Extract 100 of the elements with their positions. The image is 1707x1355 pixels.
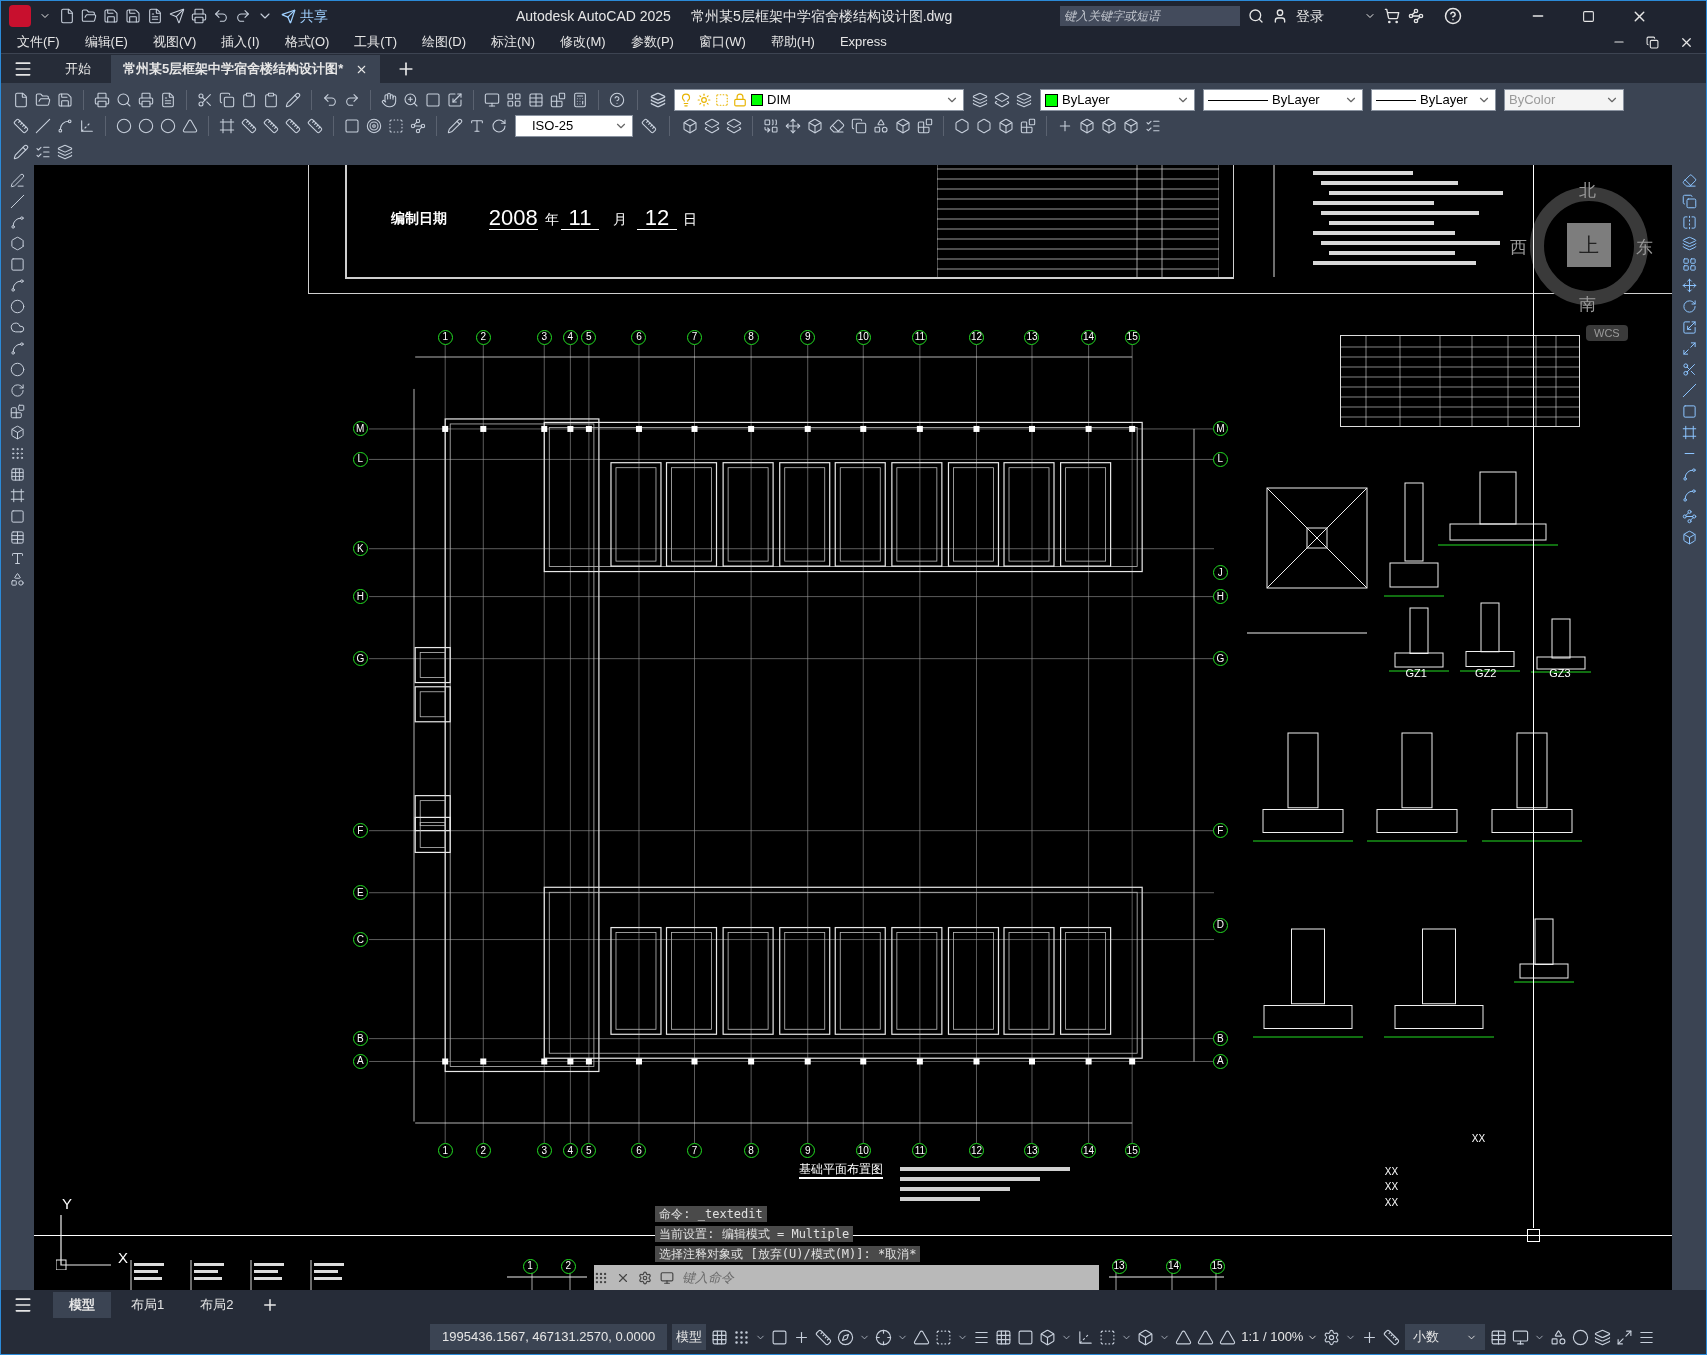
axis-label: 13: [1024, 330, 1040, 345]
linetype-dropdown[interactable]: ByLayer: [1203, 89, 1363, 111]
axis-label: 15: [1209, 1258, 1225, 1274]
menu-item[interactable]: Express: [839, 32, 887, 52]
document-tab[interactable]: 开始: [53, 55, 103, 83]
sign-in-button[interactable]: 登录: [1296, 5, 1325, 27]
window-title: Autodesk AutoCAD 2025: [516, 6, 671, 26]
axis-label: 1: [522, 1258, 538, 1274]
date-value: 2008: [488, 206, 538, 230]
axis-label: 4: [562, 330, 578, 345]
menu-item[interactable]: 绘图(D): [421, 32, 466, 52]
axis-label: L: [352, 451, 368, 467]
menu-item[interactable]: 标注(N): [491, 32, 536, 52]
menu-item[interactable]: 文件(F): [17, 32, 60, 52]
axis-label: M: [1212, 421, 1228, 437]
document-tab[interactable]: 常州某5层框架中学宿舍楼结构设计图*: [111, 55, 381, 83]
menu-item[interactable]: 帮助(H): [770, 32, 815, 52]
axis-label: 12: [968, 330, 984, 345]
axis-label: 5: [581, 1143, 597, 1159]
dimension-style-dropdown[interactable]: ISO-25: [515, 115, 633, 137]
ucs-menu[interactable]: WCS: [1586, 325, 1628, 341]
axis-label: 3: [536, 330, 552, 345]
axis-label: D: [1212, 917, 1228, 933]
axis-label: 14: [1166, 1258, 1181, 1274]
layout-tab[interactable]: 布局1: [115, 1292, 181, 1318]
annotation-scale-button[interactable]: 1:1 / 100%: [1241, 1327, 1319, 1347]
date-unit: 日: [682, 212, 697, 227]
compass-label: 南: [1579, 294, 1596, 316]
axis-label: 6: [631, 1143, 647, 1159]
search-field[interactable]: 键入关键字或短语: [1060, 6, 1241, 26]
axis-label: 14: [1081, 330, 1097, 345]
menu-item[interactable]: 插入(I): [221, 32, 260, 52]
lineweight-dropdown[interactable]: ByLayer: [1371, 89, 1496, 111]
menu-item[interactable]: 视图(V): [152, 32, 197, 52]
coordinates-readout[interactable]: 1995436.1567, 467131.2570, 0.0000: [430, 1324, 668, 1350]
axis-label: 10: [855, 330, 871, 345]
menu-item[interactable]: 格式(O): [284, 32, 330, 52]
layout-tab[interactable]: 布局2: [184, 1292, 250, 1318]
sheet-label: XX: [1384, 1182, 1399, 1193]
axis-label: 12: [968, 1143, 984, 1159]
axis-letter: Y: [62, 1196, 72, 1211]
axis-label: 4: [562, 1143, 578, 1159]
date-value: 11: [560, 206, 600, 230]
axis-label: H: [1212, 589, 1228, 605]
axis-label: 11: [912, 1143, 928, 1159]
axis-label: 8: [743, 1143, 759, 1159]
axis-label: B: [352, 1031, 368, 1047]
axis-label: 7: [687, 330, 702, 345]
date-unit: 月: [612, 212, 627, 227]
axis-label: 10: [855, 1143, 871, 1159]
model-space-button[interactable]: 模型: [672, 1324, 707, 1350]
axis-label: 2: [560, 1258, 576, 1274]
sheet-label: XX: [1384, 1167, 1399, 1178]
window-title: 常州某5层框架中学宿舍楼结构设计图.dwg: [690, 6, 953, 26]
axis-label: C: [352, 932, 368, 948]
axis-label: B: [1212, 1031, 1228, 1047]
axis-label: 13: [1111, 1258, 1127, 1274]
axis-letter: X: [118, 1250, 128, 1265]
color-dropdown[interactable]: ByLayer: [1040, 89, 1195, 111]
compass-label: 北: [1579, 180, 1596, 202]
axis-label: M: [352, 421, 368, 437]
axis-label: L: [1212, 451, 1228, 467]
axis-label: F: [1212, 823, 1228, 839]
command-input[interactable]: 键入命令: [682, 1265, 1100, 1290]
detail-label: GZ1: [1405, 668, 1427, 680]
compass-label: 东: [1636, 237, 1653, 259]
axis-label: 9: [800, 330, 816, 345]
axis-label: 9: [800, 1143, 816, 1159]
axis-label: E: [352, 885, 368, 901]
menu-item[interactable]: 参数(P): [630, 32, 674, 52]
share-button[interactable]: 共享: [281, 5, 328, 27]
compass-label: 西: [1510, 237, 1527, 259]
layout-tab[interactable]: 模型: [53, 1292, 111, 1318]
units-dropdown[interactable]: 小数: [1405, 1324, 1486, 1350]
layer-dropdown[interactable]: DIM: [674, 89, 964, 111]
menu-item[interactable]: 窗口(W): [698, 32, 746, 52]
detail-label: GZ2: [1475, 668, 1497, 680]
axis-label: 13: [1024, 1143, 1040, 1159]
menu-item[interactable]: 编辑(E): [84, 32, 128, 52]
axis-label: G: [352, 651, 368, 667]
axis-label: H: [352, 589, 368, 605]
sheet-label: XX: [1384, 1197, 1399, 1208]
axis-label: 1: [437, 330, 453, 345]
axis-label: 1: [437, 1143, 453, 1159]
menu-item[interactable]: 工具(T): [354, 32, 397, 52]
axis-label: F: [352, 823, 368, 839]
axis-label: 14: [1081, 1143, 1097, 1159]
date-unit: 年: [545, 212, 560, 227]
viewcube-face[interactable]: 上: [1567, 223, 1611, 267]
axis-label: 6: [631, 330, 647, 345]
axis-label: 2: [475, 1143, 491, 1159]
command-line-bar[interactable]: 键入命令: [594, 1265, 1100, 1290]
detail-label: GZ3: [1549, 668, 1571, 680]
axis-label: 3: [536, 1143, 552, 1159]
menu-item[interactable]: 修改(M): [560, 32, 606, 52]
axis-label: A: [352, 1053, 368, 1069]
sheet-label: XX: [1471, 1134, 1486, 1145]
plan-title: 基础平面布置图: [799, 1162, 883, 1179]
axis-label: 2: [475, 330, 491, 345]
axis-label: 5: [581, 330, 597, 345]
